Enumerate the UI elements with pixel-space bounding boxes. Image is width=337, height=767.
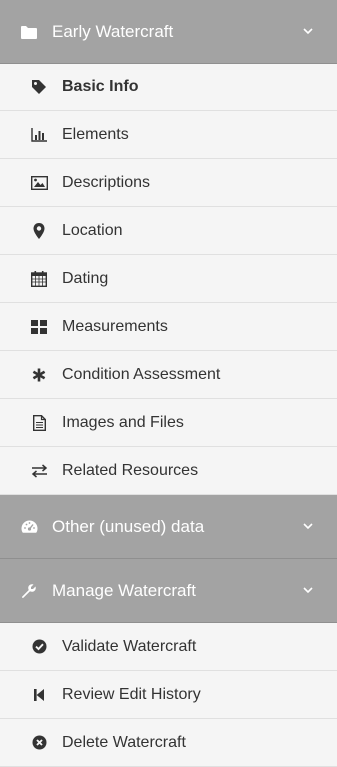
menu-item-location[interactable]: Location <box>0 207 337 255</box>
menu-item-label: Descriptions <box>62 173 151 191</box>
exchange-icon <box>30 462 48 480</box>
chevron-down-icon[interactable] <box>301 584 315 598</box>
calendar-icon <box>30 270 48 288</box>
menu-item-basic-info[interactable]: Basic Info <box>0 64 337 111</box>
menu-item-label: Dating <box>62 269 109 287</box>
menu-item-label: Related Resources <box>62 461 199 479</box>
file-text-icon <box>30 414 48 432</box>
menu-item-delete-watercraft[interactable]: Delete Watercraft <box>0 719 337 767</box>
wrench-icon <box>20 582 38 600</box>
grid-icon <box>30 318 48 336</box>
dashboard-icon <box>20 518 38 536</box>
menu-item-review-edit-history[interactable]: Review Edit History <box>0 671 337 719</box>
menu-item-label: Delete Watercraft <box>62 733 186 751</box>
image-icon <box>30 174 48 192</box>
menu-item-dating[interactable]: Dating <box>0 255 337 303</box>
section-title: Other (unused) data <box>52 516 205 536</box>
menu-item-label: Elements <box>62 125 129 143</box>
map-marker-icon <box>30 222 48 240</box>
menu-item-condition-assessment[interactable]: Condition Assessment <box>0 351 337 399</box>
step-backward-icon <box>30 686 48 704</box>
bar-chart-icon <box>30 126 48 144</box>
menu-item-measurements[interactable]: Measurements <box>0 303 337 351</box>
menu-item-label: Measurements <box>62 317 168 335</box>
folder-icon <box>20 23 38 41</box>
check-circle-icon <box>30 638 48 656</box>
section-title: Early Watercraft <box>52 21 174 41</box>
menu-item-label: Images and Files <box>62 413 184 431</box>
tag-icon <box>30 78 48 96</box>
times-circle-icon <box>30 734 48 752</box>
section-header-manage-watercraft[interactable]: Manage Watercraft <box>0 559 337 623</box>
section-title: Manage Watercraft <box>52 580 196 600</box>
section-header-other-unused-data[interactable]: Other (unused) data <box>0 495 337 559</box>
menu-item-validate-watercraft[interactable]: Validate Watercraft <box>0 623 337 671</box>
section-header-early-watercraft[interactable]: Early Watercraft <box>0 0 337 64</box>
menu-item-label: Validate Watercraft <box>62 637 197 655</box>
chevron-down-icon[interactable] <box>301 25 315 39</box>
menu-item-label: Basic Info <box>62 78 139 95</box>
menu-item-label: Review Edit History <box>62 685 201 703</box>
chevron-down-icon[interactable] <box>301 520 315 534</box>
asterisk-icon <box>30 366 48 384</box>
menu-item-descriptions[interactable]: Descriptions <box>0 159 337 207</box>
menu-item-elements[interactable]: Elements <box>0 111 337 159</box>
sidebar-menu: Early Watercraft Basic Info Elements Des… <box>0 0 337 767</box>
menu-item-related-resources[interactable]: Related Resources <box>0 447 337 495</box>
menu-item-label: Location <box>62 221 123 239</box>
menu-item-images-and-files[interactable]: Images and Files <box>0 399 337 447</box>
menu-item-label: Condition Assessment <box>62 365 221 383</box>
